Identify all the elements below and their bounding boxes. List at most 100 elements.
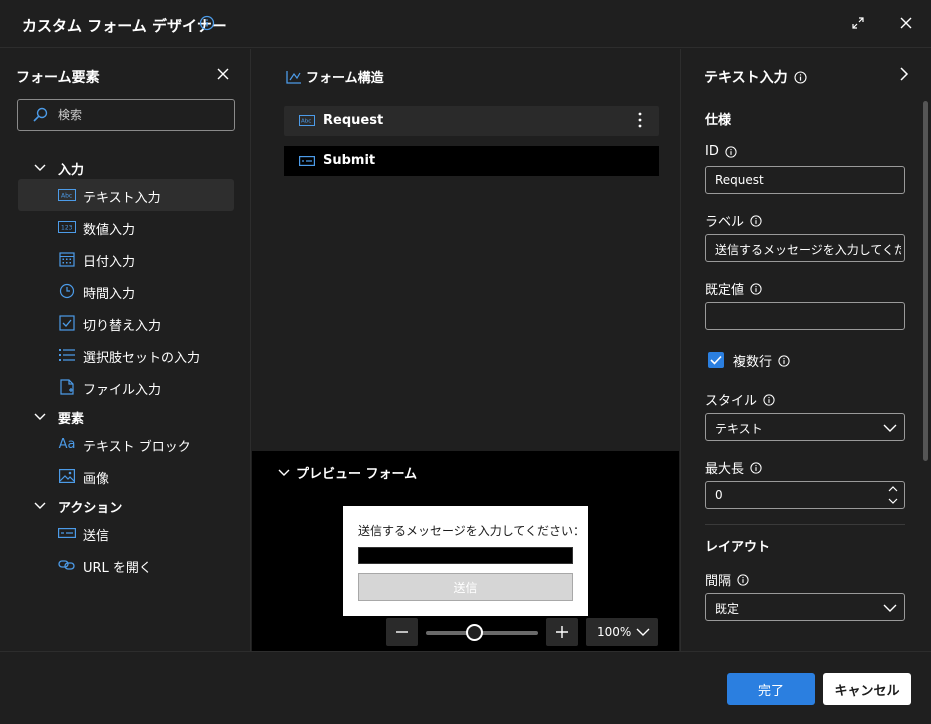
default-value-field[interactable] [705, 302, 905, 330]
info-icon[interactable] [750, 282, 762, 295]
cancel-button[interactable]: キャンセル [823, 673, 911, 705]
zoom-in-button[interactable] [546, 618, 578, 646]
text-input-icon: Abc [299, 115, 315, 130]
element-item-time-input[interactable]: 時間入力 [18, 275, 234, 307]
preview-title: プレビュー フォーム [296, 467, 418, 482]
properties-title: テキスト入力 [704, 67, 807, 87]
element-item-date-input[interactable]: 日付入力 [18, 243, 234, 275]
properties-scrollbar[interactable] [923, 101, 928, 461]
clock-icon [58, 283, 76, 299]
group-actions[interactable]: アクション [0, 494, 251, 518]
element-item-submit[interactable]: 送信 [18, 517, 234, 549]
expand-icon[interactable] [851, 16, 865, 34]
structure-row-request[interactable]: Abc Request [284, 106, 659, 136]
svg-text:Abc: Abc [301, 119, 311, 125]
element-label: 画像 [83, 472, 110, 487]
spacing-label-text: 間隔 [705, 574, 732, 589]
group-elements[interactable]: 要素 [0, 405, 251, 429]
element-item-image[interactable]: 画像 [18, 460, 234, 492]
label-label: ラベル [705, 211, 762, 230]
structure-row-submit[interactable]: Submit [284, 146, 659, 176]
chevron-down-icon [278, 469, 290, 476]
file-icon [58, 379, 76, 395]
maxlen-stepper[interactable]: 0 [705, 481, 905, 509]
default-label-text: 既定値 [705, 283, 745, 298]
element-label: 時間入力 [83, 287, 136, 302]
minus-icon [396, 631, 408, 633]
chevron-down-icon [34, 502, 46, 509]
search-icon [33, 107, 48, 122]
style-value: テキスト [715, 422, 763, 436]
label-field[interactable]: 送信するメッセージを入力してください： [705, 234, 905, 262]
image-icon [58, 468, 76, 484]
structure-title-text: フォーム構造 [306, 71, 384, 86]
info-icon[interactable] [794, 70, 807, 84]
zoom-out-button[interactable] [386, 618, 418, 646]
text-block-icon: Aa [58, 436, 76, 452]
preview-text-input[interactable] [358, 547, 573, 564]
element-item-file-input[interactable]: ファイル入力 [18, 371, 234, 403]
link-icon [58, 557, 76, 573]
spin-arrows-icon[interactable] [888, 484, 898, 506]
preview-submit-button[interactable]: 送信 [358, 573, 573, 601]
element-label: 送信 [83, 529, 110, 544]
multiline-label-text: 複数行 [733, 355, 773, 370]
spacing-label: 間隔 [705, 570, 749, 589]
element-item-toggle-input[interactable]: 切り替え入力 [18, 307, 234, 339]
info-icon[interactable] [199, 15, 215, 35]
group-label: 要素 [58, 411, 85, 427]
preview-header[interactable]: プレビュー フォーム [278, 463, 417, 482]
structure-row-label: Submit [323, 153, 376, 168]
element-label: ファイル入力 [83, 383, 162, 398]
element-item-open-url[interactable]: URL を開く [18, 549, 234, 581]
chevron-down-icon [883, 604, 897, 612]
id-value: Request [715, 173, 764, 187]
close-icon[interactable] [899, 16, 913, 34]
properties-title-text: テキスト入力 [704, 70, 788, 86]
multiline-checkbox[interactable] [708, 352, 724, 368]
element-item-text-block[interactable]: Aa テキスト ブロック [18, 428, 234, 460]
section-spec: 仕様 [705, 113, 732, 128]
more-options-icon[interactable] [638, 112, 642, 131]
preview-form: 送信するメッセージを入力してください： 送信 [343, 506, 588, 616]
default-label: 既定値 [705, 279, 762, 298]
form-elements-panel: フォーム要素 入力 Abc テキスト入力 123 数値入力 日付入力 時間入力 … [0, 49, 251, 651]
search-box[interactable] [17, 99, 235, 131]
zoom-select[interactable]: 100% [586, 618, 658, 646]
multiline-label: 複数行 [733, 351, 790, 370]
label-label-text: ラベル [705, 215, 745, 230]
info-icon[interactable] [725, 145, 737, 158]
element-item-number-input[interactable]: 123 数値入力 [18, 211, 234, 243]
info-icon[interactable] [737, 573, 749, 586]
style-label-text: スタイル [705, 394, 758, 409]
info-icon[interactable] [750, 214, 762, 227]
chevron-right-icon[interactable] [899, 67, 909, 85]
element-item-choice-set[interactable]: 選択肢セットの入力 [18, 339, 234, 371]
id-field[interactable]: Request [705, 166, 905, 194]
spacing-select[interactable]: 既定 [705, 593, 905, 621]
element-label: テキスト ブロック [83, 440, 191, 455]
zoom-slider-thumb[interactable] [466, 624, 483, 641]
svg-text:Abc: Abc [61, 193, 72, 200]
style-select[interactable]: テキスト [705, 413, 905, 441]
group-input[interactable]: 入力 [0, 156, 251, 180]
element-label: 日付入力 [83, 255, 136, 270]
info-icon[interactable] [763, 393, 775, 406]
info-icon[interactable] [778, 354, 790, 367]
style-label: スタイル [705, 390, 775, 409]
element-item-text-input[interactable]: Abc テキスト入力 [18, 179, 234, 211]
submit-icon [58, 525, 76, 541]
element-label: 数値入力 [83, 223, 136, 238]
properties-panel: テキスト入力 仕様 ID Request ラベル 送信するメッセージを入力してく… [680, 49, 931, 651]
maxlen-label-text: 最大長 [705, 462, 745, 477]
info-icon[interactable] [750, 461, 762, 474]
structure-row-label: Request [323, 113, 384, 128]
dialog-title: カスタム フォーム デザイナー [22, 17, 227, 35]
chevron-down-icon [636, 628, 650, 636]
group-label: アクション [58, 500, 123, 516]
search-input[interactable] [58, 108, 218, 122]
done-button[interactable]: 完了 [727, 673, 815, 705]
label-value: 送信するメッセージを入力してください： [715, 243, 901, 257]
preview-panel: プレビュー フォーム 送信するメッセージを入力してください： 送信 100% [252, 451, 679, 651]
close-icon[interactable] [216, 67, 230, 85]
